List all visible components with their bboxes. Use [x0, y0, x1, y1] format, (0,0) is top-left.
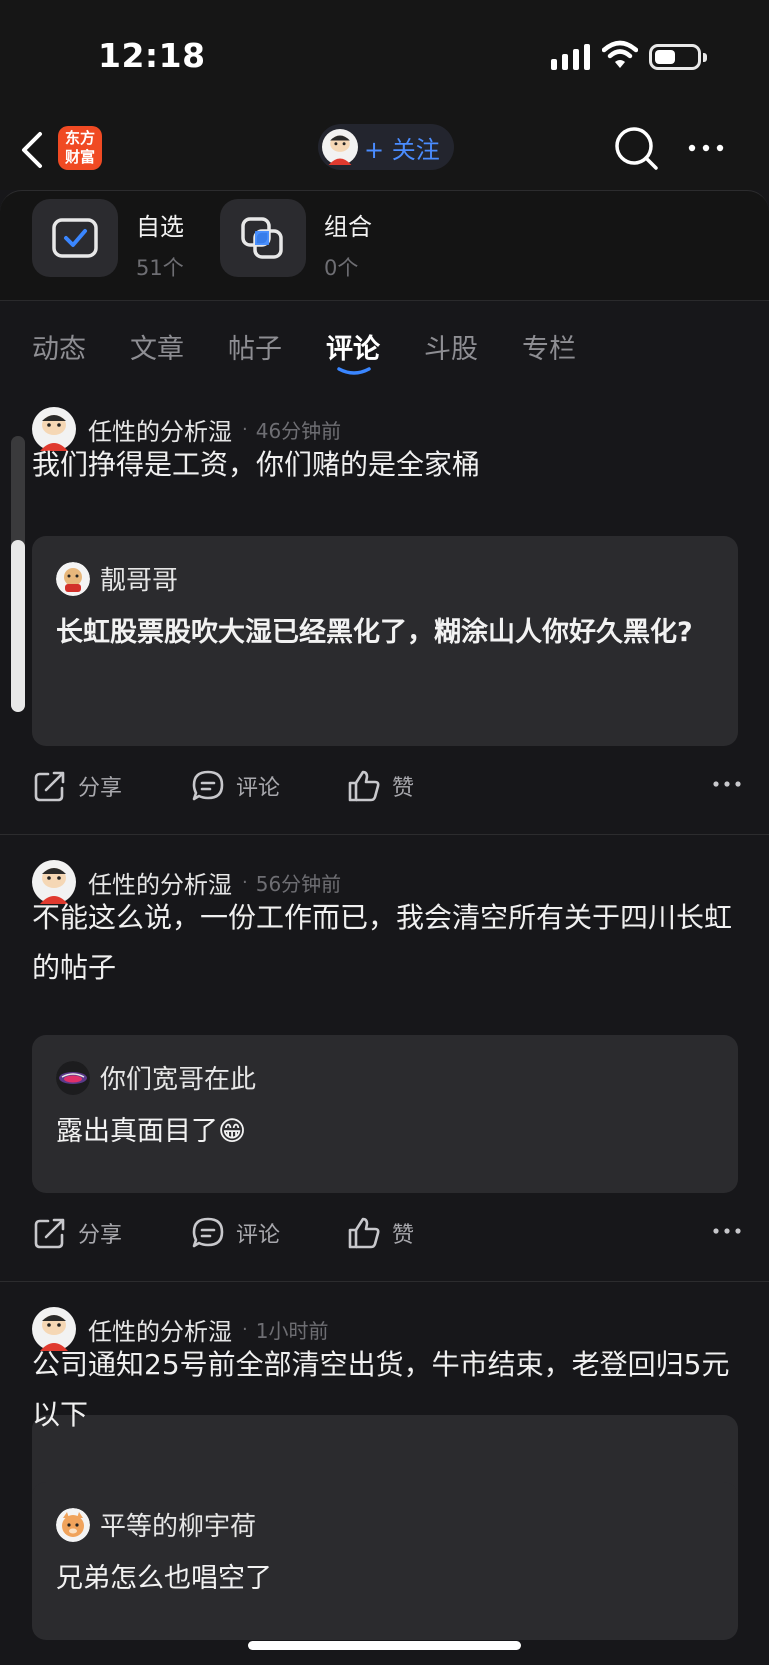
tab-stock-battle[interactable]: 斗股 [424, 327, 478, 366]
comment-post: 任性的分析湿 · 1小时前 公司通知25号前全部清空出货，牛市结束，老登回归5元… [0, 1282, 769, 1665]
quick-cards-row: 自选 51个 组合 0个 [0, 190, 769, 300]
comment-button[interactable]: 评论 [190, 768, 280, 804]
quoted-header: 平等的柳宇荷 [56, 1506, 256, 1543]
like-button[interactable]: 赞 [346, 768, 414, 804]
quoted-text: 兄弟怎么也唱空了 [56, 1563, 272, 1594]
comment-text: 不能这么说，一份工作而已，我会清空所有关于四川长虹的帖子 [32, 901, 733, 984]
thumbs-up-icon [348, 770, 380, 802]
quoted-user-name: 平等的柳宇荷 [100, 1512, 257, 1542]
share-label: 分享 [78, 1223, 123, 1248]
share-button[interactable]: 分享 [32, 768, 122, 804]
active-tab-indicator [337, 367, 371, 375]
search-icon[interactable] [612, 124, 660, 172]
battery-icon [649, 44, 707, 70]
watchlist-title: 自选 [136, 213, 184, 241]
post-actions: 分享 评论 赞 [32, 1215, 742, 1265]
comment-bubble-icon [192, 1217, 224, 1248]
comment-label: 评论 [236, 776, 281, 801]
status-bar: 12:18 [0, 0, 769, 110]
separator-dot: · [242, 418, 248, 440]
comment-button[interactable]: 评论 [190, 1215, 280, 1251]
like-button[interactable]: 赞 [346, 1215, 414, 1251]
quoted-text: 露出真面目了😁 [56, 1116, 247, 1147]
quoted-comment[interactable]: 靓哥哥 长虹股票股吹大湿已经黑化了，糊涂山人你好久黑化? [32, 536, 738, 746]
quoted-user-avatar [56, 1060, 90, 1095]
comment-post: 任性的分析湿 · 46分钟前 我们挣得是工资，你们赌的是全家桶 靓哥哥 长虹股票… [0, 382, 769, 835]
quoted-comment[interactable]: 你们宽哥在此 露出真面目了😁 [32, 1035, 738, 1193]
tab-posts[interactable]: 帖子 [228, 327, 282, 366]
post-more-icon[interactable] [712, 1227, 742, 1235]
thumbs-up-icon [348, 1217, 380, 1249]
share-icon [34, 771, 65, 802]
comment-bubble-icon [192, 770, 224, 801]
share-label: 分享 [78, 776, 123, 801]
tab-comments[interactable]: 评论 [326, 327, 380, 366]
portfolio-card[interactable]: 组合 0个 [220, 199, 372, 282]
tab-columns[interactable]: 专栏 [522, 327, 576, 366]
back-arrow-icon[interactable] [16, 126, 56, 174]
quoted-user-avatar [56, 561, 90, 596]
portfolio-count: 0个 [324, 256, 359, 280]
comment-text: 我们挣得是工资，你们赌的是全家桶 [32, 448, 481, 481]
watchlist-count: 51个 [136, 256, 184, 280]
quoted-header: 你们宽哥在此 [56, 1059, 256, 1096]
quoted-user-name: 你们宽哥在此 [100, 1065, 257, 1095]
quoted-user-name: 靓哥哥 [100, 566, 179, 596]
tab-articles[interactable]: 文章 [130, 327, 184, 366]
home-indicator [248, 1641, 521, 1650]
cellular-signal-icon [551, 44, 590, 70]
quoted-text: 长虹股票股吹大湿已经黑化了，糊涂山人你好久黑化? [56, 617, 693, 648]
follow-button[interactable]: + 关注 [318, 124, 454, 170]
like-label: 赞 [392, 776, 415, 801]
scrollbar-thumb[interactable] [11, 540, 25, 712]
quoted-comment[interactable]: 平等的柳宇荷 兄弟怎么也唱空了 [32, 1482, 738, 1640]
watchlist-icon [32, 199, 118, 277]
tab-dynamic[interactable]: 动态 [32, 327, 86, 366]
watchlist-card[interactable]: 自选 51个 [32, 199, 184, 282]
post-more-icon[interactable] [712, 780, 742, 788]
portfolio-title: 组合 [324, 213, 372, 241]
quoted-user-avatar [56, 1507, 90, 1542]
portfolio-icon [220, 199, 306, 277]
app-logo: 东方 财富 [58, 126, 102, 170]
top-nav-bar: 东方 财富 + 关注 [0, 110, 769, 190]
share-button[interactable]: 分享 [32, 1215, 122, 1251]
user-avatar [322, 129, 358, 165]
separator-dot: · [242, 871, 248, 893]
like-label: 赞 [392, 1223, 415, 1248]
status-time: 12:18 [98, 36, 206, 75]
post-actions: 分享 评论 赞 [32, 768, 742, 818]
quoted-header: 靓哥哥 [56, 560, 178, 597]
logo-text-line2: 财富 [64, 148, 95, 166]
logo-text-line1: 东方 [64, 129, 95, 147]
follow-label: + 关注 [364, 135, 440, 164]
wifi-icon [602, 40, 638, 68]
comment-label: 评论 [236, 1223, 281, 1248]
separator-dot: · [242, 1318, 248, 1340]
comment-text: 公司通知25号前全部清空出货，牛市结束，老登回归5元以下 [32, 1348, 730, 1431]
comment-feed: 任性的分析湿 · 46分钟前 我们挣得是工资，你们赌的是全家桶 靓哥哥 长虹股票… [0, 382, 769, 1665]
share-icon [34, 1218, 65, 1249]
more-options-icon[interactable] [686, 130, 726, 166]
profile-tabs: 动态 文章 帖子 评论 斗股 专栏 [0, 300, 769, 382]
